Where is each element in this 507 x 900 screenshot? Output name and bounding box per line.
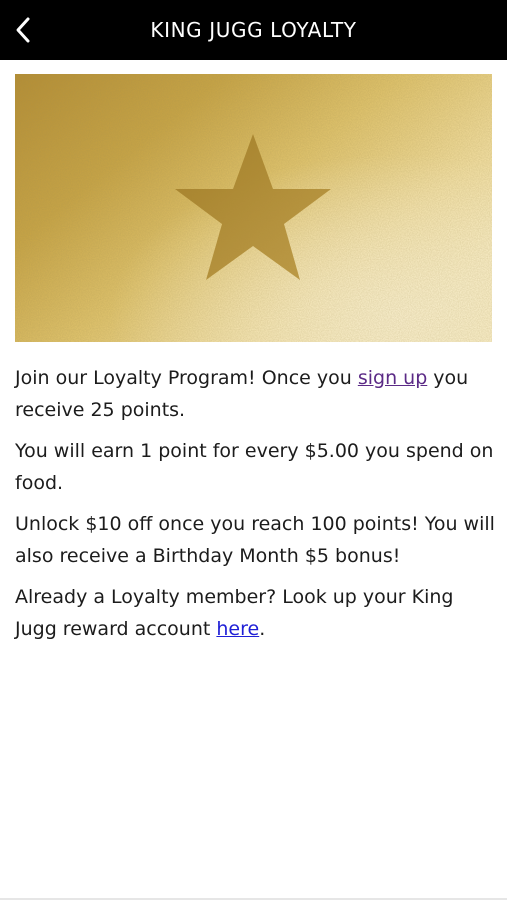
page-title: KING JUGG LOYALTY xyxy=(150,18,357,42)
hero-banner-image xyxy=(15,74,492,342)
paragraph-signup: Join our Loyalty Program! Once you sign … xyxy=(15,367,469,421)
reward-account-link[interactable]: here xyxy=(216,618,259,640)
paragraph-unlock: Unlock $10 off once you reach 100 points… xyxy=(15,513,495,567)
paragraph-lookup: Already a Loyalty member? Look up your K… xyxy=(15,586,454,640)
back-button[interactable] xyxy=(8,12,38,48)
chevron-left-icon xyxy=(16,17,30,43)
sign-up-link[interactable]: sign up xyxy=(358,367,427,389)
paragraph-earn: You will earn 1 point for every $5.00 yo… xyxy=(15,440,494,494)
app-header: KING JUGG LOYALTY xyxy=(0,0,507,60)
loyalty-description: Join our Loyalty Program! Once you sign … xyxy=(15,362,495,654)
